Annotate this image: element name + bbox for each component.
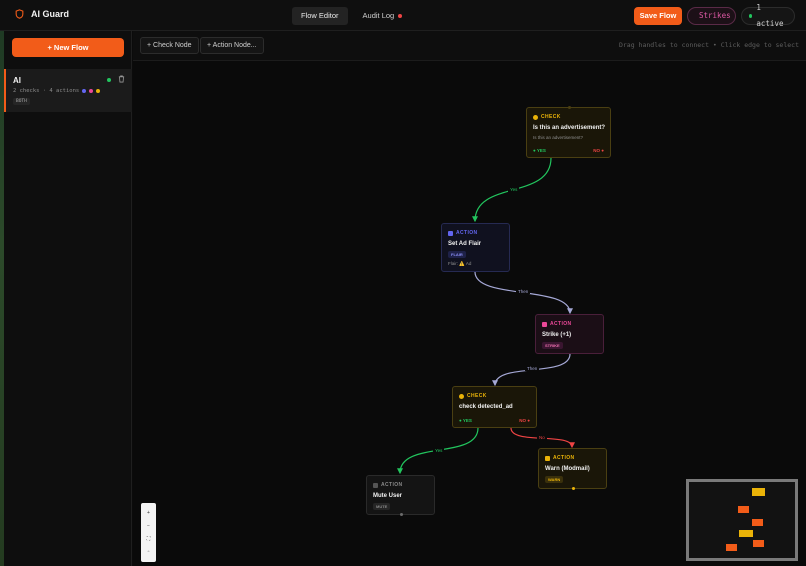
flair-type-dot [82, 89, 87, 93]
sidebar: + New Flow AI 2 checks · 4 actions BOTH [4, 31, 132, 566]
new-flow-button[interactable]: + New Flow [12, 38, 124, 57]
active-dot [749, 14, 753, 18]
node-title: check detected_ad [459, 404, 513, 410]
warn-type-dot [96, 89, 101, 93]
action-node-mute[interactable]: ACTION Mute User MUTE [366, 475, 435, 516]
minimap-node [752, 488, 765, 496]
notification-dot [398, 14, 403, 18]
shield-icon [15, 9, 24, 19]
action-type-chip: WARN [545, 476, 564, 483]
add-check-node-button[interactable]: + Check Node [140, 37, 199, 54]
node-type: CHECK [459, 393, 487, 399]
flow-name: AI [13, 76, 21, 85]
action-type-chip: STRIKE [542, 342, 563, 349]
node-title: Is this an advertisement? [533, 125, 606, 131]
zoom-controls: + − ⛶ ▫ [141, 503, 156, 562]
node-type: ACTION [545, 455, 575, 461]
node-type-label: ACTION [550, 321, 572, 327]
node-title: Warn (Modmail) [545, 466, 590, 472]
check-icon [533, 114, 538, 120]
action-icon [545, 455, 550, 461]
minimap-node [739, 530, 753, 537]
input-handle[interactable] [568, 106, 571, 109]
tab-label: Flow Editor [301, 11, 339, 20]
canvas-hint: Drag handles to connect • Click edge to … [618, 41, 799, 49]
output-handle[interactable] [572, 487, 575, 490]
canvas-toolbar: + Check Node + Action Node... Drag handl… [133, 31, 806, 61]
action-node-strike[interactable]: ACTION Strike (+1) STRIKE [535, 314, 604, 354]
no-output-handle[interactable]: NO ● [519, 418, 530, 423]
top-bar: AI Guard Flow Editor Audit Log Save Flow… [0, 0, 806, 31]
active-label: 1 active [756, 3, 784, 28]
tab-audit-log[interactable]: Audit Log [354, 7, 412, 25]
zoom-in-icon[interactable]: + [147, 510, 150, 516]
strikes-label: Strikes [699, 11, 731, 20]
flow-list-item[interactable]: AI 2 checks · 4 actions BOTH [4, 69, 132, 112]
action-icon [373, 482, 378, 488]
node-type-label: CHECK [541, 114, 561, 120]
node-prompt: Is this an advertisement? [533, 135, 584, 140]
action-icon [448, 230, 453, 236]
edge-label-yes: Yes [433, 448, 445, 453]
node-type: CHECK [533, 114, 561, 120]
node-title: Strike (+1) [542, 332, 572, 338]
node-type: ACTION [542, 321, 572, 327]
action-icon [542, 321, 547, 327]
flow-enabled-indicator [107, 78, 111, 82]
app-title: AI Guard [31, 9, 70, 19]
fit-view-icon[interactable]: ⛶ [147, 536, 151, 542]
node-type: ACTION [448, 230, 478, 236]
tab-label: Audit Log [362, 11, 395, 20]
brand: AI Guard [15, 9, 69, 19]
flow-target-badge: BOTH [13, 98, 30, 105]
save-flow-button[interactable]: Save Flow [634, 7, 682, 25]
no-output-handle[interactable]: NO ● [593, 148, 604, 153]
action-node-set-ad-flair[interactable]: ACTION Set Ad Flair FLAIR Flair: ⚠️ Ad [441, 223, 510, 272]
action-type-chip: FLAIR [448, 251, 466, 258]
minimap-node [752, 519, 763, 526]
yes-output-handle[interactable]: ● YES [533, 148, 546, 153]
minimap-node [726, 544, 737, 551]
tab-flow-editor[interactable]: Flow Editor [292, 7, 348, 25]
node-type: ACTION [373, 482, 403, 488]
action-type-chip: MUTE [373, 503, 391, 510]
node-type-label: ACTION [381, 482, 403, 488]
check-node-detected-ad[interactable]: CHECK check detected_ad ● YES NO ● [452, 386, 537, 428]
check-icon [459, 393, 464, 399]
trash-icon[interactable] [118, 75, 125, 83]
yes-output-handle[interactable]: ● YES [459, 418, 472, 423]
zoom-out-icon[interactable]: − [147, 523, 150, 529]
edge-label-yes: Yes [508, 187, 520, 192]
node-detail: Flair: ⚠️ Ad [448, 261, 472, 266]
strike-type-dot [89, 89, 94, 93]
node-type-label: ACTION [456, 230, 478, 236]
node-title: Set Ad Flair [448, 241, 482, 247]
minimap-node [738, 506, 749, 513]
minimap[interactable] [686, 479, 798, 561]
edge-label-then: Then [525, 366, 540, 371]
tab-bar: Flow Editor Audit Log [292, 7, 411, 25]
action-node-warn[interactable]: ACTION Warn (Modmail) WARN [538, 448, 607, 490]
node-type-label: CHECK [467, 393, 487, 399]
edge-label-then: Then [516, 289, 531, 294]
edge-label-no: No [537, 435, 547, 440]
output-handle[interactable] [400, 513, 403, 516]
active-status-badge: 1 active [741, 3, 795, 28]
flow-summary-text: 2 checks · 4 actions [13, 88, 80, 94]
add-action-node-button[interactable]: + Action Node... [200, 37, 264, 54]
lock-icon[interactable]: ▫ [148, 549, 150, 555]
flow-summary: 2 checks · 4 actions [13, 88, 101, 94]
node-title: Mute User [373, 493, 403, 499]
strikes-button[interactable]: Strikes [687, 7, 736, 25]
minimap-node [753, 540, 764, 547]
check-node-advertisement[interactable]: CHECK Is this an advertisement? Is this … [526, 106, 611, 158]
node-type-label: ACTION [553, 455, 575, 461]
